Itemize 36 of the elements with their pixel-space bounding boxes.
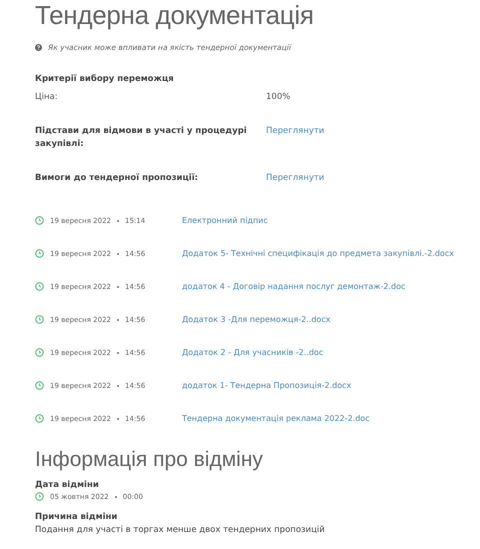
clock-icon <box>35 249 44 258</box>
field-label: Вимоги до тендерної пропозиції: <box>35 172 200 185</box>
criteria-heading: Критерії вибору переможця <box>35 74 175 84</box>
view-link[interactable]: Переглянути <box>266 172 470 185</box>
view-link[interactable]: Переглянути <box>266 125 470 151</box>
criterion-label: Ціна: <box>35 91 59 104</box>
field-label: Дата відміни <box>35 479 100 492</box>
separator-dot <box>114 496 117 498</box>
document-link[interactable]: Додаток 5- Технічні специфікація до предмета закупівлі.-2.docx <box>182 249 470 258</box>
separator-dot <box>117 286 119 288</box>
document-link[interactable]: додаток 4 - Договір надання послуг демонтаж-2.doc <box>182 282 470 291</box>
clock-icon <box>35 348 44 357</box>
clock-icon <box>35 492 44 501</box>
separator-dot <box>117 384 119 386</box>
separator-dot <box>117 220 119 222</box>
document-link[interactable]: Додаток 3 -Для переможця-2..docx <box>182 315 470 324</box>
document-link[interactable]: Тендерна документація реклама 2022-2.doc <box>182 414 470 423</box>
document-link[interactable]: Електронний підпис <box>182 216 470 225</box>
clock-icon <box>35 414 44 423</box>
clock-icon <box>35 282 44 291</box>
clock-icon <box>35 315 44 324</box>
document-link[interactable]: додаток 1- Тендерна Пропозиція-2.docx <box>182 381 470 390</box>
clock-icon <box>35 216 44 225</box>
field-label: Причина відміни <box>35 511 118 524</box>
section-title: Інформація про відміну <box>35 447 264 473</box>
clock-icon <box>35 381 44 390</box>
separator-dot <box>117 418 119 420</box>
criterion-value: 100% <box>266 91 292 104</box>
separator-dot <box>117 318 119 320</box>
separator-dot <box>117 252 119 254</box>
reason-text: Подання для участі в торгах менше двох тендерних пропозицій <box>35 524 326 536</box>
separator-dot <box>117 352 119 354</box>
section-title: Тендерна документація <box>35 0 315 30</box>
help-icon[interactable] <box>35 44 42 51</box>
field-label: Підстави для відмови в участі у процедурі закупівлі: <box>35 125 248 151</box>
document-link[interactable]: Додаток 2 - Для учасників -2..doc <box>182 348 470 357</box>
